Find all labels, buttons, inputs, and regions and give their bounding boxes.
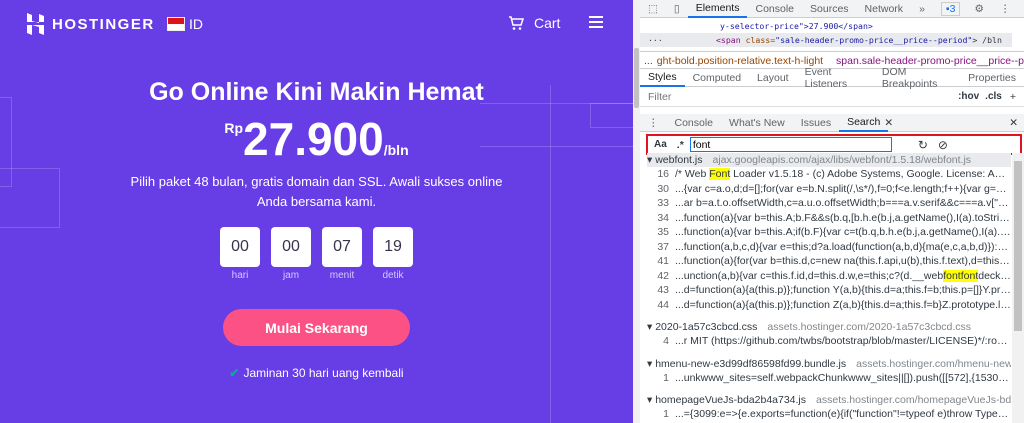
clear-icon[interactable]: ⊘: [938, 138, 948, 152]
hostinger-page: HOSTINGER ID Cart Go Online Kini Makin H…: [0, 0, 633, 423]
dom-line-rest: > /bln: [972, 35, 1002, 45]
result-line[interactable]: 44 ...d=function(a){a(this.p)};function Z…: [647, 298, 1011, 313]
result-file-header[interactable]: ▾ webfont.js ajax.googleapis.com/ajax/lib…: [647, 153, 1011, 167]
more-options-icon[interactable]: ⋮: [992, 3, 1019, 15]
result-line[interactable]: 30 ...{var c=a.o,d;d=[];for(var e=b.N.spl…: [647, 182, 1011, 197]
result-line[interactable]: 37 ...function(a,b,c,d){var e=this;d?a.lo…: [647, 240, 1011, 255]
result-file-url: ajax.googleapis.com/ajax/libs/webfont/1.…: [712, 154, 972, 166]
device-toolbar-icon[interactable]: ▯: [666, 3, 688, 15]
result-line[interactable]: 34 ...function(a){var b=this.A;b.F&&s(b.q…: [647, 211, 1011, 226]
price-currency: Rp: [224, 120, 244, 136]
drawer-tab-search[interactable]: Search: [839, 114, 889, 132]
styles-filter-bar: :hov .cls +: [640, 87, 1024, 107]
drawer-tabs: ⋮ Console What's New Issues Search ✕ ✕: [640, 114, 1024, 132]
tab-dom-breakpoints[interactable]: DOM Breakpoints: [874, 66, 960, 90]
tab-layout[interactable]: Layout: [749, 72, 797, 84]
promo-price: Rp27.900/bln: [0, 112, 633, 166]
issues-badge[interactable]: ▪3: [940, 1, 961, 16]
result-line[interactable]: 43 ...d=function(a){a(this.p)};function Y…: [647, 283, 1011, 298]
styles-filter-input[interactable]: [648, 90, 953, 103]
drawer-menu-icon[interactable]: ⋮: [640, 117, 667, 129]
close-devtools-icon[interactable]: ✕: [1018, 3, 1024, 15]
hostinger-logo[interactable]: HOSTINGER: [27, 13, 155, 35]
start-now-button[interactable]: Mulai Sekarang: [223, 309, 410, 346]
tab-properties[interactable]: Properties: [960, 72, 1024, 84]
cls-toggle[interactable]: .cls: [985, 91, 1002, 102]
result-line[interactable]: 35 ...function(a){var b=this.A;if(b.F){va…: [647, 225, 1011, 240]
settings-gear-icon[interactable]: ⚙: [966, 3, 991, 15]
search-bar: Aa .* ↻ ⊘: [646, 134, 1022, 155]
result-file-url: assets.hostinger.com/hmenu-new-e3d99df8.…: [856, 357, 1011, 370]
results-scrollbar[interactable]: [1012, 153, 1024, 423]
refresh-icon[interactable]: ↻: [918, 138, 928, 152]
cart-link[interactable]: Cart: [508, 15, 560, 31]
result-line[interactable]: 33 ...ar b=a.t.o.offsetWidth,c=a.u.o.offs…: [647, 196, 1011, 211]
result-file-header[interactable]: ▾ homepageVueJs-bda2b4a734.js assets.host…: [647, 393, 1011, 407]
styles-tabs: Styles Computed Layout Event Listeners D…: [640, 66, 1024, 90]
language-code: ID: [189, 16, 203, 32]
devtools-main-tabs: ⬚ ▯ Elements Console Sources Network » ▪…: [640, 0, 1024, 18]
inspect-element-icon[interactable]: ⬚: [640, 3, 666, 15]
tab-console[interactable]: Console: [747, 3, 802, 15]
countdown-hours: 00 jam: [271, 227, 311, 281]
tab-network[interactable]: Network: [857, 3, 912, 15]
hamburger-menu-icon[interactable]: [589, 16, 603, 31]
drawer-tab-issues[interactable]: Issues: [793, 117, 839, 129]
cart-icon: [509, 16, 524, 30]
tab-styles[interactable]: Styles: [640, 69, 685, 87]
tab-computed[interactable]: Computed: [685, 72, 749, 84]
price-value: 27.900: [243, 113, 384, 165]
dom-line[interactable]: y-selector-price">27.900</span>: [720, 19, 1024, 33]
tab-event-listeners[interactable]: Event Listeners: [797, 66, 874, 90]
devtools-panel: ⬚ ▯ Elements Console Sources Network » ▪…: [640, 0, 1024, 423]
tab-elements[interactable]: Elements: [687, 0, 748, 18]
result-file-header[interactable]: ▾ hmenu-new-e3d99df86598fd99.bundle.js as…: [647, 357, 1011, 371]
result-line[interactable]: 1 ...unkwww_sites=self.webpackChunkwww_si…: [647, 371, 1011, 386]
result-line[interactable]: 4 ...r MIT (https://github.com/twbs/boots…: [647, 334, 1011, 349]
result-line[interactable]: 1 ...={3099:e=>{e.exports=function(e){if(…: [647, 407, 1011, 422]
countdown-seconds: 19 detik: [373, 227, 413, 281]
close-search-tab-icon[interactable]: ✕: [884, 117, 893, 129]
check-icon: ✔: [229, 366, 240, 380]
search-input[interactable]: [689, 137, 892, 152]
hov-toggle[interactable]: :hov: [958, 91, 979, 102]
result-file-name: hmenu-new-e3d99df86598fd99.bundle.js: [655, 357, 847, 370]
result-file-url: assets.hostinger.com/homepageVueJs-bda2b…: [816, 394, 1011, 406]
cart-label: Cart: [534, 15, 561, 31]
drawer-tab-console[interactable]: Console: [667, 117, 722, 129]
result-line[interactable]: 42 ...unction(a,b){var c=this.f.id,d=this…: [647, 269, 1011, 284]
language-selector[interactable]: ID: [167, 16, 203, 32]
brand-name: HOSTINGER: [52, 15, 155, 33]
search-results: ▾ webfont.js ajax.googleapis.com/ajax/lib…: [647, 153, 1011, 423]
drawer-tab-whats-new[interactable]: What's New: [721, 117, 793, 129]
decor-window: [0, 168, 60, 228]
result-file-header[interactable]: ▾ 2020-1a57c3cbcd.css assets.hostinger.co…: [647, 320, 1011, 334]
more-tabs-button[interactable]: »: [911, 3, 933, 15]
headline: Go Online Kini Makin Hemat: [149, 78, 484, 106]
tab-sources[interactable]: Sources: [802, 3, 857, 15]
guarantee-note: ✔ Jaminan 30 hari uang kembali: [229, 366, 404, 380]
countdown-timer: 00 hari 00 jam 07 menit 19 detik: [220, 227, 413, 281]
subtitle: Pilih paket 48 bulan, gratis domain dan …: [130, 174, 503, 209]
indonesia-flag-icon: [167, 17, 185, 31]
result-file-name: webfont.js: [655, 154, 703, 166]
new-style-rule-icon[interactable]: +: [1010, 91, 1016, 103]
result-file-url: assets.hostinger.com/2020-1a57c3cbcd.css: [767, 321, 972, 333]
result-line[interactable]: 41 ...function(a){for(var b=this.d,c=new …: [647, 254, 1011, 269]
close-drawer-icon[interactable]: ✕: [1009, 117, 1018, 129]
page-scrollbar[interactable]: [633, 0, 640, 423]
result-file-name: 2020-1a57c3cbcd.css: [655, 321, 758, 333]
price-period: /bln: [383, 142, 409, 158]
countdown-minutes: 07 menit: [322, 227, 362, 281]
dom-tree: y-selector-price">27.900</span>: [640, 19, 1024, 33]
countdown-days: 00 hari: [220, 227, 260, 281]
regex-toggle[interactable]: .*: [677, 139, 684, 151]
result-line[interactable]: 16/* Web Font Loader v1.5.18 - (c) Adobe…: [647, 167, 1011, 182]
dom-line-selected[interactable]: ··· <span class="sale-header-promo-price_…: [640, 33, 1012, 47]
hostinger-logo-icon: [27, 13, 44, 35]
match-case-toggle[interactable]: Aa: [654, 139, 667, 150]
result-file-name: homepageVueJs-bda2b4a734.js: [655, 394, 807, 406]
